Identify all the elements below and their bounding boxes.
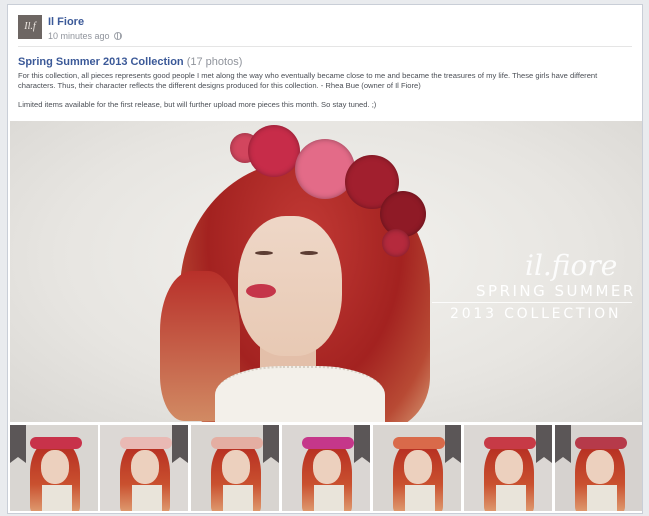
photo-eye-shape	[300, 251, 318, 255]
hero-subheadline: 2013 COLLECTION	[450, 306, 622, 322]
thumbnail-crown-shape	[120, 437, 172, 449]
album-title: Spring Summer 2013 Collection (17 photos…	[18, 56, 242, 68]
thumbnail-tag	[172, 425, 188, 463]
thumbnail-top-shape	[496, 485, 526, 511]
post-timestamp[interactable]: 10 minutes ago	[48, 31, 110, 41]
thumbnail-top-shape	[132, 485, 162, 511]
thumbnail-crown-shape	[302, 437, 354, 449]
post-meta: 10 minutes ago	[48, 31, 123, 41]
album-thumbnail[interactable]	[555, 425, 642, 511]
flower-shape	[248, 125, 300, 177]
thumbnail-tag	[445, 425, 461, 463]
thumbnail-top-shape	[587, 485, 617, 511]
thumbnail-tag	[263, 425, 279, 463]
thumbnail-face-shape	[222, 450, 250, 484]
thumbnail-crown-shape	[575, 437, 627, 449]
thumbnail-tag	[555, 425, 571, 463]
thumbnail-tag	[354, 425, 370, 463]
album-thumbnail[interactable]	[191, 425, 279, 511]
header-divider	[18, 46, 632, 47]
album-post-card: Il.f Il Fiore 10 minutes ago Spring Summ…	[7, 4, 643, 514]
thumbnail-tag	[10, 425, 26, 463]
album-thumbnail[interactable]	[282, 425, 370, 511]
album-photo-count: (17 photos)	[186, 56, 243, 68]
thumbnail-crown-shape	[30, 437, 82, 449]
hero-headline: SPRING SUMMER	[476, 282, 636, 300]
thumbnail-top-shape	[405, 485, 435, 511]
album-thumbnail[interactable]	[100, 425, 188, 511]
photo-dress-shape	[215, 366, 385, 422]
thumbnail-top-shape	[42, 485, 72, 511]
thumbnail-face-shape	[313, 450, 341, 484]
thumbnail-strip	[10, 425, 642, 511]
page-avatar[interactable]: Il.f	[18, 15, 42, 39]
album-cover-photo[interactable]: il.fiore SPRING SUMMER 2013 COLLECTION	[10, 121, 642, 422]
album-title-link[interactable]: Spring Summer 2013 Collection	[18, 56, 184, 68]
album-thumbnail[interactable]	[464, 425, 552, 511]
album-thumbnail[interactable]	[10, 425, 98, 511]
thumbnail-face-shape	[404, 450, 432, 484]
thumbnail-crown-shape	[393, 437, 445, 449]
thumbnail-face-shape	[495, 450, 523, 484]
thumbnail-crown-shape	[484, 437, 536, 449]
globe-icon[interactable]	[114, 32, 123, 40]
album-description: For this collection, all pieces represen…	[18, 71, 628, 119]
description-paragraph: For this collection, all pieces represen…	[18, 71, 598, 90]
brand-logo-script: il.fiore	[525, 249, 618, 282]
thumbnail-tag	[536, 425, 552, 463]
thumbnail-face-shape	[131, 450, 159, 484]
thumbnail-top-shape	[314, 485, 344, 511]
thumbnail-crown-shape	[211, 437, 263, 449]
thumbnail-top-shape	[223, 485, 253, 511]
thumbnail-face-shape	[586, 450, 614, 484]
thumbnail-face-shape	[41, 450, 69, 484]
flower-shape	[382, 229, 410, 257]
photo-eye-shape	[255, 251, 273, 255]
hero-divider	[432, 302, 632, 303]
page-name-link[interactable]: Il Fiore	[48, 16, 84, 28]
photo-lips-shape	[246, 284, 276, 298]
album-thumbnail[interactable]	[373, 425, 461, 511]
description-paragraph: Limited items available for the first re…	[18, 100, 377, 109]
